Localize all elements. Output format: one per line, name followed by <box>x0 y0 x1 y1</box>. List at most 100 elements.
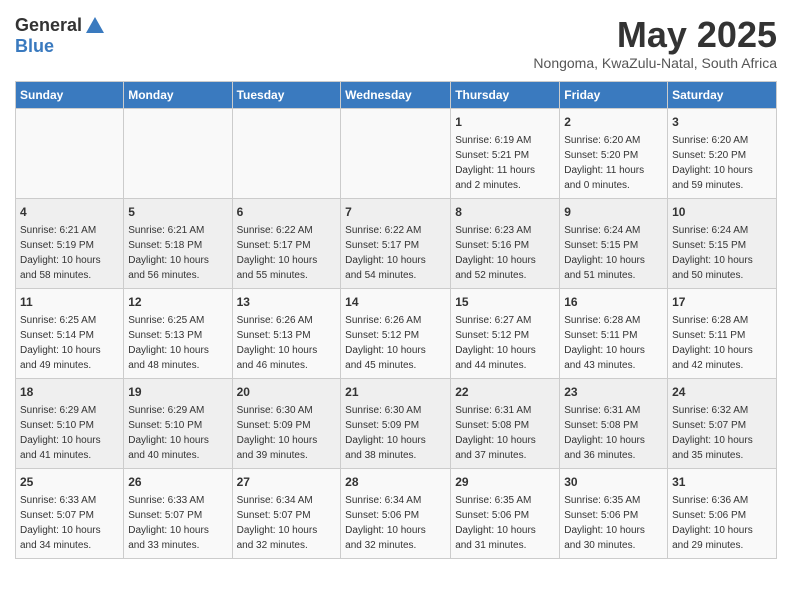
day-info: Daylight: 10 hours <box>564 253 663 268</box>
day-info: Sunset: 5:07 PM <box>128 508 227 523</box>
day-info: and 49 minutes. <box>20 358 119 373</box>
day-number: 31 <box>672 473 772 491</box>
day-number: 12 <box>128 293 227 311</box>
day-info: Sunrise: 6:29 AM <box>20 403 119 418</box>
calendar-cell: 2Sunrise: 6:20 AMSunset: 5:20 PMDaylight… <box>560 108 668 198</box>
day-number: 10 <box>672 203 772 221</box>
day-info: Sunset: 5:15 PM <box>564 238 663 253</box>
calendar-cell: 20Sunrise: 6:30 AMSunset: 5:09 PMDayligh… <box>232 378 341 468</box>
day-info: Daylight: 10 hours <box>345 523 446 538</box>
day-info: Sunrise: 6:23 AM <box>455 223 555 238</box>
day-number: 20 <box>237 383 337 401</box>
day-info: Sunset: 5:09 PM <box>345 418 446 433</box>
day-info: Sunrise: 6:34 AM <box>345 493 446 508</box>
calendar-cell: 19Sunrise: 6:29 AMSunset: 5:10 PMDayligh… <box>124 378 232 468</box>
calendar-cell: 5Sunrise: 6:21 AMSunset: 5:18 PMDaylight… <box>124 198 232 288</box>
day-info: Daylight: 10 hours <box>564 343 663 358</box>
day-info: Sunrise: 6:22 AM <box>237 223 337 238</box>
calendar-cell: 29Sunrise: 6:35 AMSunset: 5:06 PMDayligh… <box>451 468 560 558</box>
day-info: Sunrise: 6:27 AM <box>455 313 555 328</box>
day-info: and 30 minutes. <box>564 538 663 553</box>
day-info: Sunset: 5:08 PM <box>455 418 555 433</box>
day-info: Sunrise: 6:25 AM <box>128 313 227 328</box>
calendar-cell: 23Sunrise: 6:31 AMSunset: 5:08 PMDayligh… <box>560 378 668 468</box>
calendar-week-row: 4 Sunrise: 6:21 AMSunset: 5:19 PM Daylight… <box>16 198 777 288</box>
day-info: and 50 minutes. <box>672 268 772 283</box>
day-info: Sunset: 5:06 PM <box>455 508 555 523</box>
day-number: 23 <box>564 383 663 401</box>
day-info: Sunrise: 6:29 AM <box>128 403 227 418</box>
calendar-cell: 21Sunrise: 6:30 AMSunset: 5:09 PMDayligh… <box>341 378 451 468</box>
logo-icon <box>84 15 106 37</box>
calendar-cell: 8Sunrise: 6:23 AMSunset: 5:16 PMDaylight… <box>451 198 560 288</box>
day-info: Sunrise: 6:30 AM <box>237 403 337 418</box>
day-info: Daylight: 10 hours <box>672 343 772 358</box>
day-number: 13 <box>237 293 337 311</box>
day-info: and 39 minutes. <box>237 448 337 463</box>
calendar-header: SundayMondayTuesdayWednesdayThursdayFrid… <box>16 81 777 108</box>
day-info: Sunrise: 6:19 AM <box>455 133 555 148</box>
day-info: Daylight: 10 hours <box>345 433 446 448</box>
calendar-cell: 18Sunrise: 6:29 AMSunset: 5:10 PMDayligh… <box>16 378 124 468</box>
day-number: 11 <box>20 293 119 311</box>
day-info: and 32 minutes. <box>345 538 446 553</box>
calendar-cell: 17 Sunrise: 6:28 AMSunset: 5:11 PMDayligh… <box>668 288 777 378</box>
day-info: Daylight: 10 hours <box>455 433 555 448</box>
day-info: Daylight: 10 hours <box>672 253 772 268</box>
day-info: Sunset: 5:10 PM <box>20 418 119 433</box>
day-info: Sunset: 5:07 PM <box>237 508 337 523</box>
day-info: Sunrise: 6:33 AM <box>20 493 119 508</box>
logo-blue: Blue <box>15 36 54 56</box>
day-info: Sunset: 5:19 PM <box>20 238 119 253</box>
calendar-cell <box>16 108 124 198</box>
calendar-cell: 12Sunrise: 6:25 AMSunset: 5:13 PMDayligh… <box>124 288 232 378</box>
day-number: 18 <box>20 383 119 401</box>
day-number: 22 <box>455 383 555 401</box>
day-info: Daylight: 10 hours <box>20 523 119 538</box>
calendar-week-row: 18Sunrise: 6:29 AMSunset: 5:10 PMDayligh… <box>16 378 777 468</box>
day-info: Sunset: 5:15 PM <box>672 238 772 253</box>
calendar-cell: 10Sunrise: 6:24 AMSunset: 5:15 PMDayligh… <box>668 198 777 288</box>
day-number: 30 <box>564 473 663 491</box>
page-header: General Blue May 2025 Nongoma, KwaZulu-N… <box>15 15 777 71</box>
day-info: Daylight: 10 hours <box>237 253 337 268</box>
calendar-cell <box>341 108 451 198</box>
day-info: and 41 minutes. <box>20 448 119 463</box>
day-number: 17 <box>672 293 772 311</box>
day-info: Sunrise: 6:21 AM <box>20 223 119 238</box>
calendar-cell: 3Sunrise: 6:20 AMSunset: 5:20 PMDaylight… <box>668 108 777 198</box>
day-number: 16 <box>564 293 663 311</box>
day-info: Daylight: 10 hours <box>672 163 772 178</box>
day-info: Sunset: 5:07 PM <box>672 418 772 433</box>
day-info: and 38 minutes. <box>345 448 446 463</box>
day-info: Sunset: 5:11 PM <box>672 328 772 343</box>
weekday-header-thursday: Thursday <box>451 81 560 108</box>
day-info: Daylight: 10 hours <box>672 433 772 448</box>
day-info: Sunrise: 6:20 AM <box>672 133 772 148</box>
day-info: Sunrise: 6:36 AM <box>672 493 772 508</box>
day-info: Daylight: 10 hours <box>455 523 555 538</box>
day-number: 4 <box>20 203 119 221</box>
day-info: Sunrise: 6:35 AM <box>564 493 663 508</box>
calendar-cell: 13Sunrise: 6:26 AMSunset: 5:13 PMDayligh… <box>232 288 341 378</box>
day-number: 28 <box>345 473 446 491</box>
day-info: Sunrise: 6:31 AM <box>564 403 663 418</box>
month-title: May 2025 <box>533 15 777 55</box>
day-number: 6 <box>237 203 337 221</box>
day-number: 3 <box>672 113 772 131</box>
calendar-cell: 11Sunrise: 6:25 AMSunset: 5:14 PMDayligh… <box>16 288 124 378</box>
logo: General Blue <box>15 15 106 57</box>
day-info: and 36 minutes. <box>564 448 663 463</box>
calendar-cell: 4Sunrise: 6:21 AMSunset: 5:19 PMDaylight… <box>16 198 124 288</box>
calendar-body: 1Sunrise: 6:19 AMSunset: 5:21 PMDaylight… <box>16 108 777 558</box>
day-number: 29 <box>455 473 555 491</box>
day-info: Sunrise: 6:28 AM <box>672 313 772 328</box>
day-info: Daylight: 10 hours <box>672 523 772 538</box>
day-info: Daylight: 10 hours <box>237 523 337 538</box>
calendar-cell: 25Sunrise: 6:33 AMSunset: 5:07 PMDayligh… <box>16 468 124 558</box>
day-info: Daylight: 11 hours <box>564 163 663 178</box>
calendar-cell: 1Sunrise: 6:19 AMSunset: 5:21 PMDaylight… <box>451 108 560 198</box>
day-info: and 56 minutes. <box>128 268 227 283</box>
day-info: Sunset: 5:06 PM <box>672 508 772 523</box>
day-info: Sunset: 5:13 PM <box>237 328 337 343</box>
